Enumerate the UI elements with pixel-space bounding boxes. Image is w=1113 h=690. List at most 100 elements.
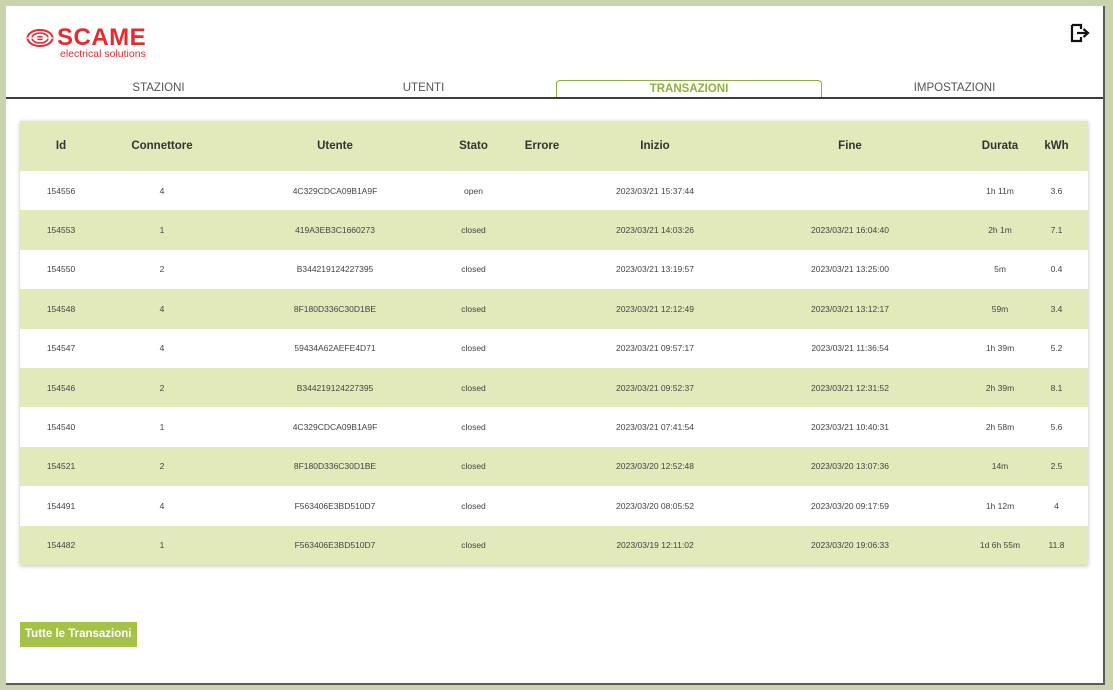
cell-errore (499, 368, 585, 407)
cell-id: 154550 (46, 264, 76, 275)
column-header-durata[interactable]: Durata (975, 121, 1025, 171)
table-row[interactable]: 154550 2 B344219124227395 closed 2023/03/21 … (20, 250, 1088, 289)
cell-durata: 1d 6h 55m (979, 540, 1021, 551)
column-header-connettore[interactable]: Connettore (102, 121, 222, 171)
all-transactions-button[interactable]: Tutte le Transazioni (20, 622, 137, 647)
cell-utente: 59434A62AEFE4D71 (294, 343, 376, 354)
cell-stato: closed (461, 343, 486, 354)
cell-stato: closed (461, 382, 486, 393)
cell-kwh: 4 (1054, 500, 1059, 511)
cell-connettore: 4 (159, 500, 165, 511)
column-header-errore[interactable]: Errore (499, 121, 585, 171)
cell-connettore: 4 (159, 343, 165, 354)
cell-durata: 1h 11m (986, 185, 1014, 196)
cell-fine: 2023/03/21 16:04:40 (811, 225, 889, 236)
cell-inizio: 2023/03/21 15:37:44 (616, 185, 694, 196)
cell-stato: closed (461, 500, 486, 511)
cell-kwh: 11.8 (1048, 540, 1065, 551)
cell-durata: 14m (991, 461, 1009, 472)
cell-id: 154491 (46, 500, 76, 511)
cell-utente: 8F180D336C30D1BE (293, 303, 377, 314)
table-row[interactable]: 154540 1 4C329CDCA09B1A9F closed 2023/03/21 … (20, 407, 1088, 446)
transactions-table-card: Id Connettore Utente Stato Errore Inizio… (20, 121, 1088, 565)
cell-kwh: 0.4 (1050, 264, 1063, 275)
table-row[interactable]: 154491 4 F563406E3BD510D7 closed 2023/03/20 … (20, 486, 1088, 525)
cell-utente: 8F180D336C30D1BE (293, 461, 377, 472)
table-row[interactable]: 154547 4 59434A62AEFE4D71 closed 2023/03/21 … (20, 329, 1088, 368)
cell-durata: 2h 58m (985, 422, 1015, 433)
cell-utente: 419A3EB3C1660273 (295, 225, 375, 236)
cell-errore (499, 210, 585, 249)
column-header-fine[interactable]: Fine (725, 121, 975, 171)
table-row[interactable]: 154521 2 8F180D336C30D1BE closed 2023/03/20 … (20, 446, 1088, 487)
cell-kwh: 3.6 (1050, 185, 1063, 196)
transactions-table: Id Connettore Utente Stato Errore Inizio… (20, 121, 1088, 565)
table-row[interactable]: 154553 1 419A3EB3C1660273 closed 2023/03/21 … (20, 210, 1088, 250)
cell-utente: B344219124227395 (296, 382, 374, 393)
cell-durata: 5m (994, 264, 1006, 275)
table-row[interactable]: 154548 4 8F180D336C30D1BE closed 2023/03/21 … (20, 289, 1088, 329)
cell-fine (725, 171, 975, 210)
cell-inizio: 2023/03/20 08:05:52 (616, 500, 694, 511)
cell-errore (499, 250, 585, 289)
cell-id: 154548 (46, 303, 76, 314)
cell-id: 154556 (46, 185, 76, 196)
cell-inizio: 2023/03/21 13:19:57 (616, 264, 694, 275)
cell-fine: 2023/03/21 10:40:31 (811, 422, 889, 433)
app-window: SCAME electrical solutions STAZIONI UTEN… (6, 6, 1105, 685)
cell-kwh: 5.2 (1050, 343, 1063, 354)
cell-fine: 2023/03/21 13:12:17 (811, 303, 889, 314)
cell-id: 154482 (46, 540, 76, 551)
cell-id: 154546 (46, 382, 76, 393)
cell-id: 154540 (46, 422, 76, 433)
scame-logo: SCAME electrical solutions (26, 26, 176, 66)
column-header-kwh[interactable]: kWh (1025, 121, 1088, 171)
cell-errore (499, 407, 585, 446)
cell-connettore: 1 (159, 225, 165, 236)
tab-impostazioni[interactable]: IMPOSTAZIONI (822, 80, 1087, 97)
cell-durata: 59m (991, 303, 1009, 314)
cell-fine: 2023/03/21 11:36:54 (811, 343, 889, 354)
cell-fine: 2023/03/21 13:25:00 (811, 264, 889, 275)
cell-connettore: 4 (159, 303, 165, 314)
cell-durata: 1h 12m (985, 500, 1015, 511)
cell-stato: closed (461, 225, 486, 236)
cell-stato: closed (461, 303, 486, 314)
column-header-id[interactable]: Id (20, 121, 102, 171)
cell-utente: F563406E3BD510D7 (294, 500, 376, 511)
cell-inizio: 2023/03/21 09:52:37 (616, 382, 694, 393)
cell-durata: 2h 39m (985, 382, 1015, 393)
cell-durata: 2h 1m (988, 225, 1012, 236)
table-row[interactable]: 154546 2 B344219124227395 closed 2023/03/21 … (20, 367, 1088, 408)
cell-inizio: 2023/03/19 12:11:02 (616, 540, 694, 551)
cell-utente: F563406E3BD510D7 (294, 540, 376, 551)
column-header-inizio[interactable]: Inizio (585, 121, 725, 171)
cell-inizio: 2023/03/21 12:12:49 (616, 303, 694, 314)
cell-errore (499, 447, 585, 486)
cell-id: 154521 (46, 461, 76, 472)
cell-kwh: 2.5 (1050, 461, 1063, 472)
cell-errore (499, 289, 585, 328)
table-row[interactable]: 154556 4 4C329CDCA09B1A9F open 2023/03/21 15… (20, 171, 1088, 210)
cell-stato: closed (461, 461, 486, 472)
cell-id: 154553 (46, 225, 76, 236)
column-header-utente[interactable]: Utente (222, 121, 448, 171)
tab-transazioni[interactable]: TRANSAZIONI (556, 80, 822, 97)
tab-stazioni[interactable]: STAZIONI (26, 80, 291, 97)
cell-stato: closed (461, 422, 486, 433)
cell-errore (499, 171, 585, 210)
cell-fine: 2023/03/20 09:17:59 (811, 500, 889, 511)
table-row[interactable]: 154482 1 F563406E3BD510D7 closed 2023/03/19 … (20, 525, 1088, 565)
cell-kwh: 8.1 (1050, 382, 1063, 393)
cell-stato: closed (461, 540, 486, 551)
cell-fine: 2023/03/21 12:31:52 (811, 382, 889, 393)
cell-utente: B344219124227395 (296, 264, 374, 275)
brand-tagline: electrical solutions (60, 48, 146, 60)
tab-utenti[interactable]: UTENTI (291, 80, 556, 97)
cell-inizio: 2023/03/21 14:03:26 (616, 225, 694, 236)
cell-connettore: 1 (159, 540, 165, 551)
cell-inizio: 2023/03/21 07:41:54 (616, 422, 694, 433)
column-header-stato[interactable]: Stato (448, 121, 499, 171)
cell-id: 154547 (46, 343, 76, 354)
logout-icon[interactable] (1069, 22, 1091, 44)
